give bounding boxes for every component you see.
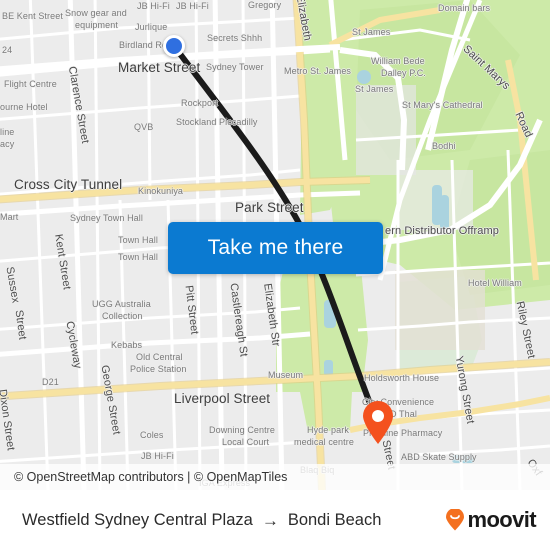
map-pin-icon (363, 401, 393, 444)
origin-label: Westfield Sydney Central Plaza (22, 510, 253, 529)
moovit-pin-icon (446, 509, 465, 531)
destination-marker[interactable] (361, 401, 395, 445)
destination-label: Bondi Beach (287, 510, 382, 529)
moovit-wordmark: moovit (467, 507, 536, 532)
moovit-logo[interactable]: moovit (445, 507, 537, 533)
origin-marker[interactable] (163, 35, 185, 57)
trip-summary: Westfield Sydney Central Plaza → Bondi B… (22, 511, 445, 530)
arrow-right-icon: → (261, 510, 279, 530)
map-attribution[interactable]: © OpenStreetMap contributors | © OpenMap… (0, 464, 550, 490)
take-me-there-button[interactable]: Take me there (168, 222, 383, 274)
map-canvas[interactable]: BE Kent Street Snow gear and equipment JB H… (0, 0, 550, 490)
moovit-trip-map-screen: BE Kent Street Snow gear and equipment JB H… (0, 0, 550, 550)
trip-footer: Westfield Sydney Central Plaza → Bondi B… (0, 490, 550, 550)
